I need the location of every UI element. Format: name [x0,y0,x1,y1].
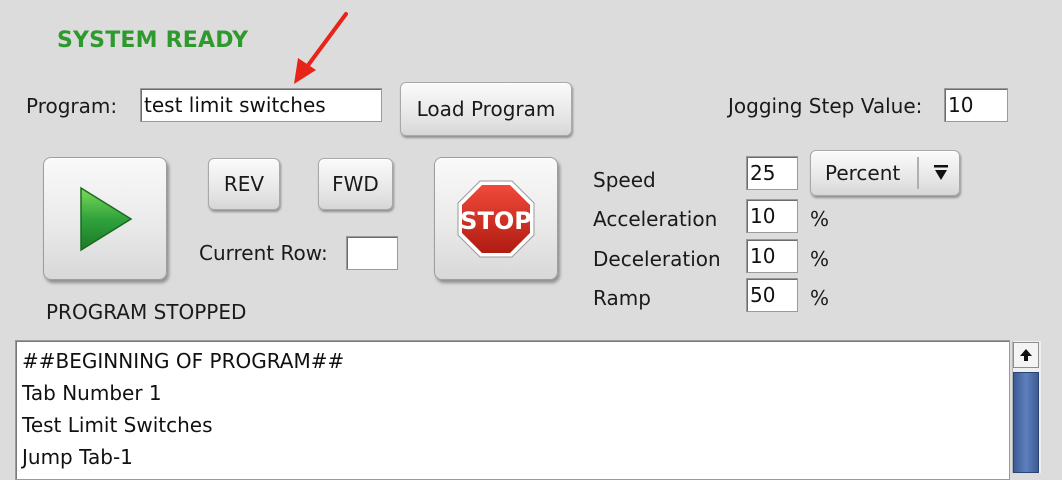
play-icon [80,186,133,251]
deceleration-label: Deceleration [593,247,721,271]
current-row-input[interactable] [346,236,398,270]
list-item[interactable]: Jump Tab-1 [16,441,1009,473]
deceleration-unit: % [810,247,830,271]
select-divider [917,157,919,189]
list-item[interactable]: Test Limit Switches [16,409,1009,441]
list-item[interactable]: ##BEGINNING OF PROGRAM## [16,345,1009,377]
current-row-label: Current Row: [199,241,328,265]
dropdown-arrow-icon[interactable] [927,157,955,189]
scroll-up-icon[interactable] [1013,342,1039,368]
stop-sign-text: STOP [460,207,532,235]
scrollbar-thumb[interactable] [1013,372,1039,473]
program-listing[interactable]: ##BEGINNING OF PROGRAM## Tab Number 1 Te… [15,340,1010,480]
stop-button[interactable]: STOP [434,157,558,280]
deceleration-input[interactable]: 10 [746,239,798,273]
speed-label: Speed [593,168,656,192]
speed-input[interactable]: 25 [746,156,798,190]
ramp-unit: % [810,286,830,310]
list-item[interactable]: Tab Number 1 [16,377,1009,409]
acceleration-input[interactable]: 10 [746,199,798,233]
system-status: SYSTEM READY [57,28,249,53]
load-program-button[interactable]: Load Program [400,82,572,136]
acceleration-label: Acceleration [593,207,718,231]
red-arrow-icon [294,12,348,84]
program-state-text: PROGRAM STOPPED [46,300,247,324]
jogging-step-input[interactable]: 10 [944,88,1008,122]
ramp-input[interactable]: 50 [746,278,798,312]
ramp-label: Ramp [593,286,651,310]
acceleration-unit: % [810,207,830,231]
rev-button[interactable]: REV [208,158,280,210]
run-program-button[interactable] [43,157,167,280]
speed-unit-value: Percent [825,161,901,185]
speed-unit-select[interactable]: Percent [810,150,960,196]
program-label: Program: [26,94,118,118]
jogging-step-label: Jogging Step Value: [728,94,923,118]
program-name-input[interactable]: test limit switches [140,88,382,122]
stop-sign-icon: STOP [457,180,535,257]
fwd-button[interactable]: FWD [318,158,393,210]
